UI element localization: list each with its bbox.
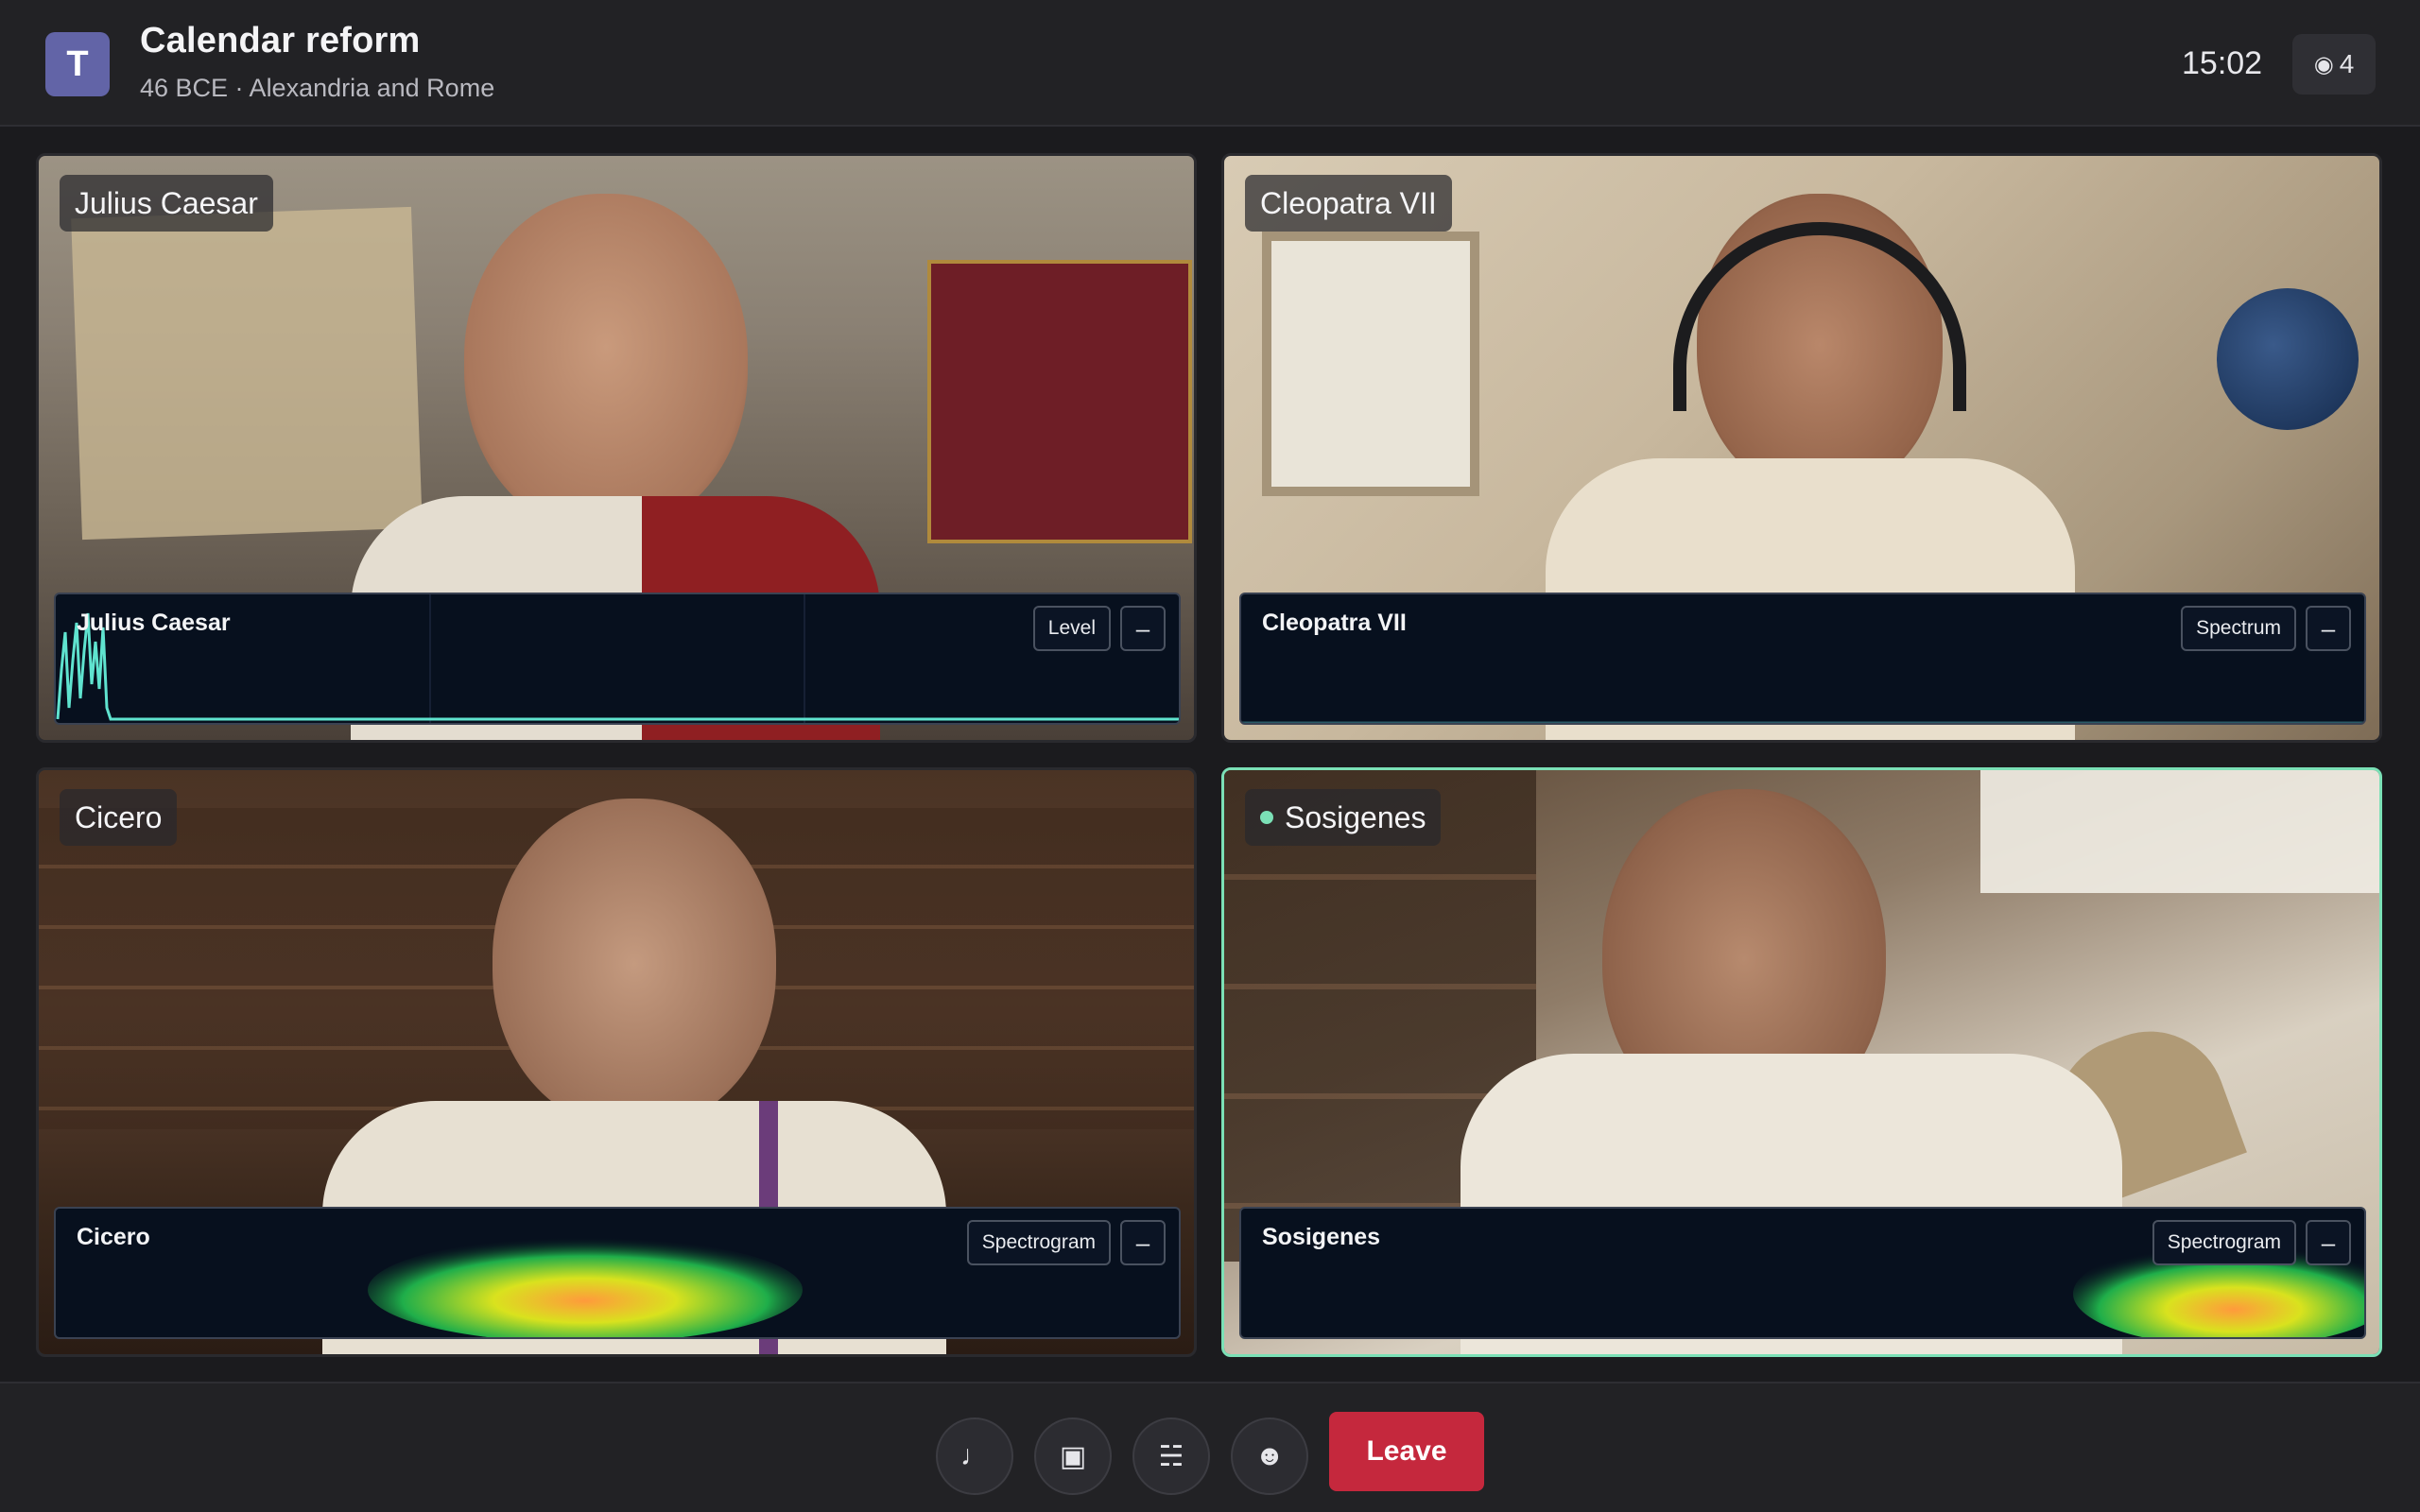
reaction-icon: ☻ [1254, 1440, 1285, 1471]
name-tag: Cleopatra VII [1245, 175, 1452, 232]
participant-name: Sosigenes [1285, 799, 1426, 834]
visualizer-label: Cicero [77, 1224, 150, 1250]
visualizer-mode-button[interactable]: Level [1032, 606, 1111, 651]
participant-name: Cleopatra VII [1260, 185, 1437, 220]
visualizer-label: Julius Caesar [77, 610, 231, 636]
meeting-subtitle: 46 BCE · Alexandria and Rome [140, 74, 495, 102]
share-icon: ☵ [1158, 1440, 1184, 1472]
camera-icon: ▣ [1059, 1440, 1087, 1472]
camera-toggle-button[interactable]: ▣ [1034, 1418, 1112, 1495]
visualizer-label: Sosigenes [1262, 1224, 1381, 1250]
call-controls: ♩ ▣ ☵ ☻ Leave [0, 1382, 2420, 1512]
visualizer-mode-button[interactable]: Spectrogram [966, 1220, 1111, 1265]
participants-button[interactable]: ◉ 4 [2292, 34, 2376, 94]
video-tile-sosigenes[interactable]: Sosigenes Sosigenes Spectrogram – [1221, 767, 2382, 1357]
minimize-visualizer-button[interactable]: – [2306, 606, 2351, 651]
video-tile-cicero[interactable]: Cicero Cicero Spectrogram – [36, 767, 1197, 1357]
background-globe [2217, 288, 2359, 430]
minimize-visualizer-button[interactable]: – [1120, 1220, 1166, 1265]
spectrogram-energy [368, 1237, 803, 1337]
app-logo: T [45, 32, 110, 96]
background-window [1980, 770, 2379, 893]
participants-icon: ◉ [2313, 51, 2334, 77]
participant-name: Cicero [75, 799, 163, 834]
minimize-visualizer-button[interactable]: – [2306, 1220, 2351, 1265]
background-map [71, 206, 423, 541]
leave-button[interactable]: Leave [1329, 1412, 1484, 1491]
background-window [1262, 232, 1479, 496]
name-tag: Sosigenes [1245, 789, 1442, 846]
audio-visualizer: Cicero Spectrogram – [54, 1207, 1181, 1339]
visualizer-mode-button[interactable]: Spectrum [2181, 606, 2296, 651]
speaking-indicator-icon [1260, 811, 1273, 824]
name-tag: Julius Caesar [60, 175, 273, 232]
audio-visualizer: Sosigenes Spectrogram – [1239, 1207, 2366, 1339]
audio-visualizer: Cleopatra VII Spectrum – [1239, 593, 2366, 725]
meeting-header: T Calendar reform 46 BCE · Alexandria an… [0, 0, 2420, 127]
participant-name: Julius Caesar [75, 185, 258, 220]
audio-visualizer: Julius Caesar Level – [54, 593, 1181, 725]
reactions-button[interactable]: ☻ [1231, 1418, 1308, 1495]
video-tile-julius-caesar[interactable]: Julius Caesar Julius Caesar Level – [36, 153, 1197, 743]
minimize-visualizer-button[interactable]: – [1120, 606, 1166, 651]
name-tag: Cicero [60, 789, 178, 846]
participants-count: 4 [2339, 49, 2355, 78]
meeting-title: Calendar reform [140, 21, 421, 60]
share-button[interactable]: ☵ [1132, 1418, 1210, 1495]
meeting-clock: 15:02 [2182, 45, 2263, 81]
visualizer-label: Cleopatra VII [1262, 610, 1407, 636]
background-banner [927, 260, 1192, 543]
mic-toggle-button[interactable]: ♩ [936, 1418, 1013, 1495]
visualizer-mode-button[interactable]: Spectrogram [2152, 1220, 2296, 1265]
mic-icon: ♩ [960, 1440, 989, 1471]
video-tile-cleopatra-vii[interactable]: Cleopatra VII Cleopatra VII Spectrum – [1221, 153, 2382, 743]
